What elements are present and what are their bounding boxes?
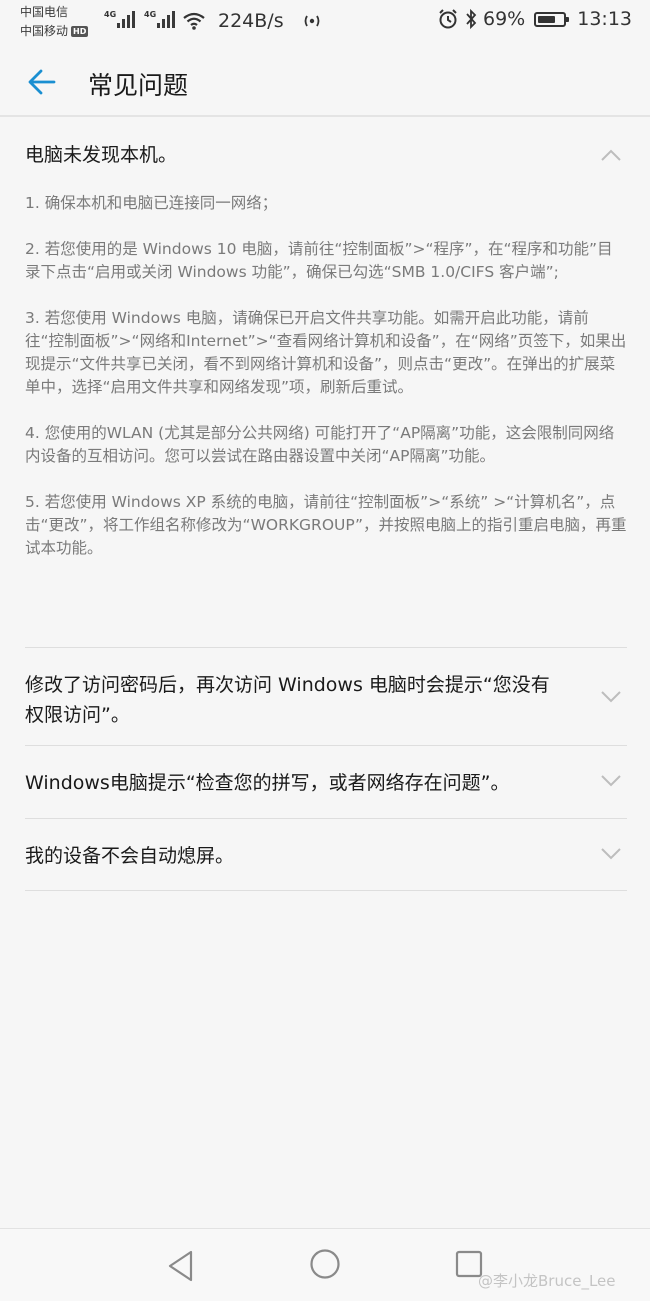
faq-question-3[interactable]: Windows电脑提示“检查您的拼写，或者网络存在问题”。: [25, 768, 605, 798]
app-bar: 常见问题: [0, 46, 650, 116]
nav-back-icon[interactable]: [166, 1249, 196, 1283]
chevron-down-icon[interactable]: [600, 774, 622, 788]
battery-percent: 69%: [483, 8, 526, 30]
answer-step-2: 2. 若您使用的是 Windows 10 电脑，请前往“控制面板”>“程序”，在…: [25, 240, 613, 281]
alarm-icon: [439, 9, 457, 29]
battery-icon: [534, 11, 570, 27]
answer-step-1: 1. 确保本机和电脑已连接同一网络；: [25, 194, 278, 212]
network-type-2: 4G: [144, 10, 157, 19]
faq-answer-1: 1. 确保本机和电脑已连接同一网络； 2. 若您使用的是 Windows 10 …: [25, 192, 627, 583]
faq-item-3[interactable]: Windows电脑提示“检查您的拼写，或者网络存在问题”。: [25, 768, 627, 798]
chevron-down-icon[interactable]: [600, 690, 622, 704]
clock: 13:13: [577, 8, 632, 30]
divider: [25, 647, 627, 648]
carrier-2: 中国移动: [20, 24, 69, 38]
answer-step-5: 5. 若您使用 Windows XP 系统的电脑，请前往“控制面板”>“系统” …: [25, 493, 627, 557]
carrier-1: 中国电信: [20, 5, 69, 19]
hd-badge: HD: [71, 26, 89, 37]
signal-2-icon: 4G: [144, 10, 176, 28]
faq-question-4[interactable]: 我的设备不会自动熄屏。: [25, 841, 565, 871]
faq-question-1[interactable]: 电脑未发现本机。: [25, 140, 565, 170]
nav-home-icon[interactable]: [309, 1248, 341, 1280]
faq-question-2[interactable]: 修改了访问密码后，再次访问 Windows 电脑时会提示“您没有权限访问”。: [25, 670, 565, 730]
back-arrow-icon[interactable]: [24, 64, 60, 100]
network-type-1: 4G: [104, 10, 117, 19]
answer-step-4: 4. 您使用的WLAN (尤其是部分公共网络) 可能打开了“AP隔离”功能，这会…: [25, 424, 615, 465]
faq-item-1[interactable]: 电脑未发现本机。: [25, 140, 627, 170]
appbar-divider: [0, 115, 650, 117]
chevron-down-icon[interactable]: [600, 847, 622, 861]
right-status-group: 69% 13:13: [437, 8, 632, 30]
watermark: @李小龙Bruce_Lee: [478, 1272, 616, 1290]
wifi-icon: [183, 12, 205, 30]
signal-1-icon: 4G: [104, 10, 136, 28]
page-title: 常见问题: [88, 71, 189, 100]
faq-item-4[interactable]: 我的设备不会自动熄屏。: [25, 841, 627, 871]
faq-item-2[interactable]: 修改了访问密码后，再次访问 Windows 电脑时会提示“您没有权限访问”。: [25, 670, 627, 730]
bluetooth-icon: [466, 8, 477, 30]
chevron-up-icon[interactable]: [600, 148, 622, 162]
divider: [25, 745, 627, 746]
status-bar: 中国电信 中国移动 HD 4G 4G 224B/s 69% 13:13: [0, 0, 650, 46]
network-speed: 224B/s: [218, 10, 284, 32]
divider: [25, 890, 627, 891]
nfc-icon: [304, 15, 320, 27]
battery-fill: [538, 15, 555, 23]
divider: [25, 818, 627, 819]
answer-step-3: 3. 若您使用 Windows 电脑，请确保已开启文件共享功能。如需开启此功能，…: [25, 309, 627, 396]
carrier-info: 中国电信 中国移动 HD: [20, 3, 89, 41]
